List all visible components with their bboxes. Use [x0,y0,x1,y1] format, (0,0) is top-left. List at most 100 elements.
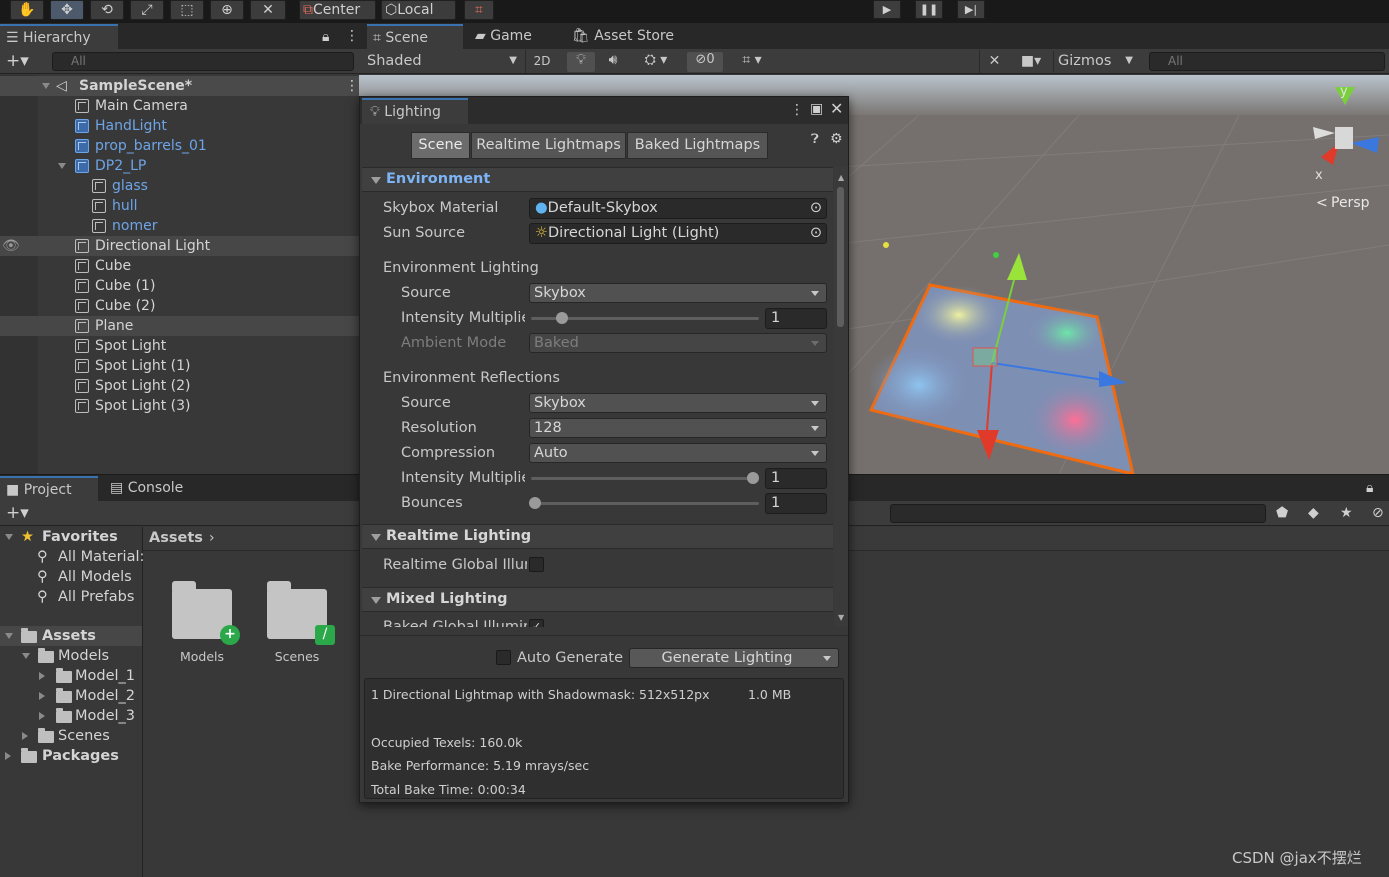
compression-dropdown[interactable]: Auto [529,443,827,463]
skybox-material-field[interactable]: ●Default-Skybox ⊙ [529,198,827,219]
effects-dropdown[interactable]: ⛭ ▾ [631,52,681,72]
play-button[interactable]: ▶ [873,0,901,19]
tab-console[interactable]: ▤ Console [104,476,204,501]
gizmos-dropdown[interactable]: Gizmos ▼ [1053,51,1139,72]
step-button[interactable]: ▶| [957,0,985,19]
move-gizmo-plane-handle[interactable] [972,347,998,367]
create-plus-icon[interactable]: +▾ [6,53,29,70]
2d-toggle[interactable]: 2D [525,50,558,73]
maximize-icon[interactable]: ▣ [810,102,823,116]
resolution-dropdown[interactable]: 128 [529,418,827,438]
tree-packages[interactable]: Packages [0,746,142,766]
tree-model-item[interactable]: Model_3 [0,706,142,726]
expand-arrow[interactable] [39,672,45,680]
gear-icon[interactable]: ⚙ [830,132,843,146]
rect-tool-button[interactable]: ⬚ [170,0,204,20]
tree-assets[interactable]: Assets [0,626,142,646]
tab-scene[interactable]: ⌗ Scene [367,24,463,49]
lock-icon[interactable]: 🔒︎ [1366,481,1373,495]
move-tool-button[interactable]: ✥ [50,0,84,20]
refl-source-dropdown[interactable]: Skybox [529,393,827,413]
kebab-menu-icon[interactable]: ⋮ [345,29,359,43]
hierarchy-item[interactable]: Cube (2) [0,296,359,316]
env-intensity-slider-knob[interactable] [556,312,568,324]
expand-arrow[interactable] [58,163,66,169]
tree-fav-item[interactable]: ⚲ All Models [0,567,142,587]
pivot-center-toggle[interactable]: ⧉Center [299,0,376,20]
expand-arrow[interactable] [39,712,45,720]
scroll-down-icon[interactable]: ▼ [838,613,844,622]
create-plus-icon[interactable]: +▾ [6,505,29,522]
hierarchy-item[interactable]: glass [0,176,359,196]
pause-button[interactable]: ❚❚ [915,0,943,19]
expand-arrow[interactable] [5,633,13,639]
hierarchy-item[interactable]: Spot Light (3) [0,396,359,416]
grid-snap-button[interactable]: ⌗ [464,0,494,20]
expand-arrow[interactable] [39,692,45,700]
expand-arrow[interactable] [22,732,28,740]
bounces-input[interactable]: 1 [765,493,827,514]
hierarchy-item[interactable]: Spot Light (2) [0,376,359,396]
generate-lighting-button[interactable]: Generate Lighting [629,648,839,668]
scene-tools-button[interactable]: ✕ [979,50,1009,73]
transform-tool-button[interactable]: ⊕ [210,0,244,20]
hierarchy-item[interactable]: Cube [0,256,359,276]
custom-tool-button[interactable]: ✕ [250,0,286,20]
expand-arrow[interactable] [5,534,13,540]
tree-fav-item[interactable]: ⚲ All Prefabs [0,587,142,607]
eye-slash-icon[interactable]: ⊘ [1372,506,1384,520]
visibility-eye-icon[interactable]: 👁︎ [2,236,20,256]
tab-asset-store[interactable]: 🛍︎ Asset Store [566,24,686,49]
lighting-tab-baked-lightmaps[interactable]: Baked Lightmaps [627,132,768,159]
object-picker-icon[interactable]: ⊙ [810,224,822,243]
lock-icon[interactable]: 🔒︎ [322,30,329,44]
tab-lighting[interactable]: 💡︎ Lighting [362,98,468,124]
hidden-objects-toggle[interactable]: ⊘0 [687,52,723,72]
close-icon[interactable]: ✕ [830,101,843,117]
light-gizmo-2[interactable] [993,252,999,258]
scroll-up-icon[interactable]: ▲ [838,173,844,182]
tree-model-item[interactable]: Model_2 [0,686,142,706]
tree-model-item[interactable]: Model_1 [0,666,142,686]
project-search-input[interactable] [890,504,1266,523]
help-icon[interactable]: ❓︎ [811,133,819,146]
bounces-slider-knob[interactable] [529,497,541,509]
refl-intensity-slider[interactable] [531,477,759,480]
scale-tool-button[interactable]: ⤢ [130,0,164,20]
lighting-tab-scene[interactable]: Scene [411,132,470,159]
light-gizmo-1[interactable] [883,242,889,248]
auto-generate-checkbox[interactable] [496,650,511,665]
refl-intensity-slider-knob[interactable] [747,472,759,484]
realtime-gi-checkbox[interactable] [529,557,544,572]
lighting-scrollbar-thumb[interactable] [837,187,844,327]
hierarchy-item[interactable]: hull [0,196,359,216]
object-picker-icon[interactable]: ⊙ [810,199,822,218]
scene-root-row[interactable]: ◁ SampleScene* ⋮ [0,76,359,96]
scene-search-input[interactable]: All [1149,52,1385,71]
scene-expand-arrow[interactable] [42,83,50,89]
hierarchy-item[interactable]: DP2_LP [0,156,359,176]
tree-models[interactable]: Models [0,646,142,666]
baked-gi-checkbox[interactable]: ✓ [529,619,544,627]
refl-intensity-input[interactable]: 1 [765,468,827,489]
env-source-dropdown[interactable]: Skybox [529,283,827,303]
breadcrumb-assets[interactable]: Assets [149,530,203,546]
hierarchy-item[interactable]: Spot Light [0,336,359,356]
hand-tool-button[interactable]: ✋ [10,0,44,20]
hierarchy-search-input[interactable]: All [52,52,354,71]
hierarchy-item[interactable]: Plane [0,316,359,336]
project-splitter[interactable] [142,527,143,877]
section-mixed-lighting[interactable]: Mixed Lighting [362,587,833,612]
hierarchy-item[interactable]: HandLight [0,116,359,136]
persp-label[interactable]: Persp [1331,195,1370,211]
section-realtime-lighting[interactable]: Realtime Lighting [362,524,833,549]
lighting-scrollbar[interactable]: ▲ ▼ [834,167,848,627]
expand-arrow[interactable] [22,653,30,659]
hierarchy-item[interactable]: nomer [0,216,359,236]
filter-label-icon[interactable]: ◆ [1308,506,1319,520]
scene-lighting-toggle[interactable]: 💡︎ [567,52,595,72]
kebab-menu-icon[interactable]: ⋮ [790,103,804,117]
bounces-slider[interactable] [531,502,759,505]
section-environment[interactable]: Environment [362,167,833,192]
lighting-tab-realtime-lightmaps[interactable]: Realtime Lightmaps [471,132,626,159]
